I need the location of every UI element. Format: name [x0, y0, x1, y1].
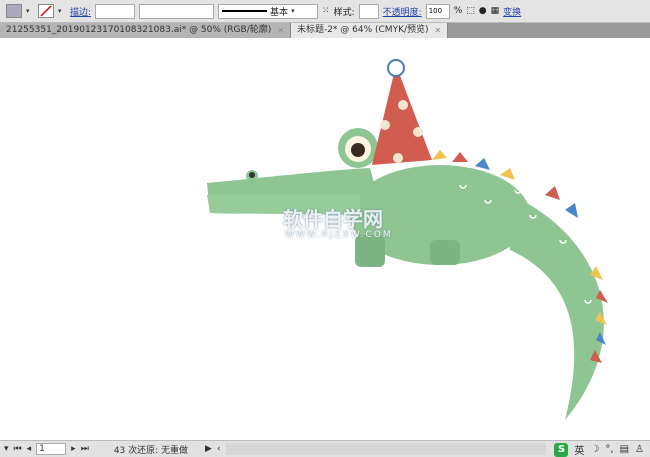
percent-label: %	[453, 6, 463, 16]
opacity-field[interactable]: 100	[425, 3, 450, 19]
punctuation-icon[interactable]: °,	[605, 444, 613, 455]
stroke-label[interactable]: 描边:	[70, 5, 91, 18]
status-menu-arrow-icon[interactable]: ▶	[205, 444, 212, 454]
undo-status: 43 次还原: 无重做	[113, 445, 189, 456]
close-icon[interactable]: ✕	[435, 23, 442, 38]
stroke-weight-field[interactable]	[95, 3, 136, 19]
document-tabs: 21255351_20190123170108321083.ai* @ 50% …	[0, 23, 650, 38]
first-page-icon[interactable]: ⏮	[14, 444, 22, 454]
select-similar-icon[interactable]: ⬚	[466, 6, 475, 16]
close-icon[interactable]: ✕	[277, 23, 284, 38]
opacity-label[interactable]: 不透明度:	[383, 5, 422, 18]
page-field[interactable]: 1	[36, 443, 67, 455]
last-page-icon[interactable]: ⏭	[81, 444, 89, 454]
globe-icon[interactable]: ●	[479, 6, 487, 16]
variable-width-select[interactable]	[139, 3, 215, 19]
brush-select[interactable]: 基本 ▾	[218, 3, 319, 19]
stroke-swatch[interactable]	[38, 4, 54, 18]
scroll-left-icon[interactable]: ‹	[217, 444, 221, 454]
recolor-icon[interactable]: ⁙	[322, 6, 330, 16]
prev-page-icon[interactable]: ◂	[27, 444, 32, 454]
watermark-logo: 软件自学网	[283, 207, 383, 231]
artboard-canvas[interactable]: 软件自学网 WWW.RJZXW.COM	[0, 38, 650, 440]
sogou-logo-icon[interactable]: S	[554, 442, 569, 457]
style-label: 样式:	[333, 7, 355, 18]
tab-document-2[interactable]: 未标题-2* @ 64% (CMYK/预览) ✕	[290, 23, 449, 38]
ime-language[interactable]: 英	[574, 442, 584, 457]
next-page-icon[interactable]: ▸	[71, 444, 76, 454]
control-toolbar: ▾ ▾ 描边: 基本 ▾ ⁙ 样式: 不透明度: 100 % ⬚ ● ▦ 变换	[0, 0, 650, 23]
ime-toolbar: S 英 ☽ °, ▤ ♙	[554, 442, 644, 457]
keyboard-icon[interactable]: ▤	[620, 444, 629, 455]
tab-document-1[interactable]: 21255351_20190123170108321083.ai* @ 50% …	[0, 23, 291, 38]
status-bar: ▾ ⏮ ◂ 1 ▸ ⏭ 43 次还原: 无重做 ▶ ‹ S 英 ☽ °, ▤ ♙	[0, 440, 650, 457]
style-select[interactable]	[358, 3, 379, 19]
chevron-down-icon[interactable]: ▾	[4, 444, 9, 454]
watermark-url: WWW.RJZXW.COM	[285, 230, 393, 240]
transform-link[interactable]: 变换	[503, 5, 521, 18]
align-icon[interactable]: ▦	[491, 6, 500, 16]
fill-swatch[interactable]	[6, 4, 22, 18]
chevron-down-icon[interactable]: ▾	[58, 5, 66, 17]
moon-icon[interactable]: ☽	[590, 444, 599, 455]
horizontal-scrollbar[interactable]	[225, 443, 546, 455]
user-icon[interactable]: ♙	[635, 444, 644, 455]
chevron-down-icon[interactable]: ▾	[26, 5, 34, 17]
